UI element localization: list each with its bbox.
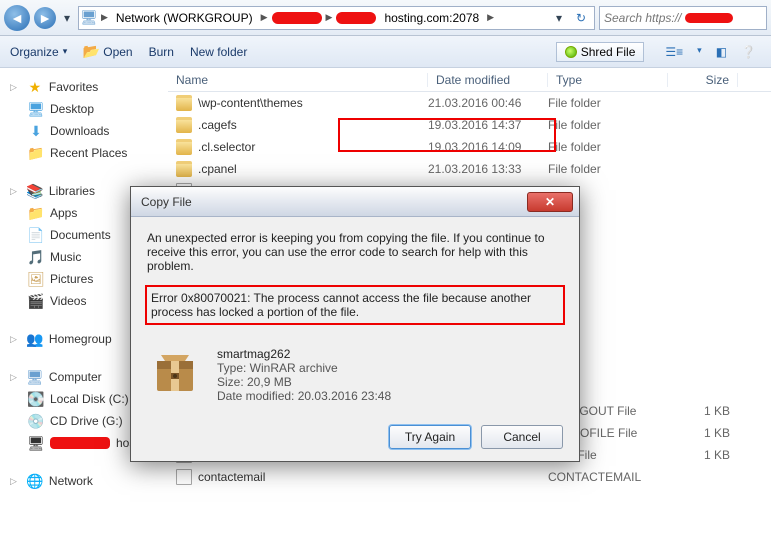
computer-icon: 🖥 [81,10,97,26]
file-name: smartmag262 [217,347,391,361]
table-row[interactable]: contactemail CONTACTEMAIL [168,466,771,488]
shred-file-icon [565,46,577,58]
file-name-cell: .cagefs [198,118,237,132]
search-input[interactable]: Search https:// [599,6,767,30]
archive-icon [147,347,203,403]
folder-icon [176,117,192,133]
documents-icon: 📄 [28,227,44,243]
open-button[interactable]: 📂Open [83,44,132,60]
cd-icon: 💿 [28,413,44,429]
copy-file-dialog: Copy File ✕ An unexpected error is keepi… [130,186,580,462]
sidebar-item-downloads[interactable]: ⬇Downloads [6,120,162,142]
file-date-cell: 21.03.2016 13:33 [428,162,548,176]
organize-button[interactable]: Organize ▾ [10,45,67,59]
table-row[interactable]: .cpanel 21.03.2016 13:33File folder [168,158,771,180]
folder-icon [176,139,192,155]
address-bar: ◄ ► ▾ 🖥 ▶ Network (WORKGROUP) ▶ ▶ hostin… [0,0,771,36]
error-highlight-box: Error 0x80070021: The process cannot acc… [145,285,565,325]
file-size-cell: 1 KB [668,404,738,418]
file-type-cell: File folder [548,96,668,110]
file-date: Date modified: 20.03.2016 23:48 [217,389,391,403]
table-row[interactable]: \wp-content\themes 21.03.2016 00:46File f… [168,92,771,114]
homegroup-icon: 👥 [27,331,43,347]
back-button[interactable]: ◄ [4,5,30,31]
address-dropdown-icon[interactable]: ▾ [552,11,566,25]
file-size: Size: 20,9 MB [217,375,391,389]
videos-icon: 🎬 [28,293,44,309]
recent-places-icon: 📁 [28,145,44,161]
file-name-cell: \wp-content\themes [198,96,303,110]
burn-button[interactable]: Burn [149,45,174,59]
folder-icon [176,161,192,177]
downloads-icon: ⬇ [28,123,44,139]
breadcrumb-network[interactable]: Network (WORKGROUP) [112,11,257,25]
history-dropdown-icon[interactable]: ▾ [60,11,74,25]
dialog-titlebar[interactable]: Copy File ✕ [131,187,579,217]
file-date-cell: 19.03.2016 14:37 [428,118,548,132]
col-size[interactable]: Size [668,73,738,87]
new-folder-button[interactable]: New folder [190,45,247,59]
cancel-button[interactable]: Cancel [481,425,563,449]
computer-icon: 🖥 [27,369,43,385]
network-header[interactable]: ▷🌐Network [6,470,162,492]
file-type-cell: File folder [548,162,668,176]
file-size-cell: 1 KB [668,448,738,462]
file-type-cell: File folder [548,118,668,132]
file-size-cell: 1 KB [668,426,738,440]
star-icon: ★ [27,79,43,95]
disk-icon: 💽 [28,391,44,407]
file-name-cell: .cl.selector [198,140,255,154]
file-type: Type: WinRAR archive [217,361,391,375]
breadcrumb-port[interactable]: hosting.com:2078 [380,11,483,25]
file-date-cell: 19.03.2016 14:09 [428,140,548,154]
dialog-message: An unexpected error is keeping you from … [147,231,563,273]
file-icon [176,469,192,485]
redacted-host-icon [272,12,322,24]
search-placeholder: Search https:// [604,11,681,25]
column-headers: Name Date modified Type Size [168,68,771,92]
col-name[interactable]: Name [168,73,428,87]
redacted-host-icon [50,437,110,449]
shred-file-button[interactable]: Shred File [556,42,645,62]
close-button[interactable]: ✕ [527,192,573,212]
col-date[interactable]: Date modified [428,73,548,87]
file-name-cell: contactemail [198,470,265,484]
try-again-button[interactable]: Try Again [389,425,471,449]
libraries-icon: 📚 [27,183,43,199]
forward-button[interactable]: ► [34,7,56,29]
view-dropdown-icon[interactable]: ▾ [692,42,707,62]
help-button[interactable]: ❔ [736,42,761,62]
network-icon: 🌐 [27,473,43,489]
file-info: smartmag262 Type: WinRAR archive Size: 2… [147,339,563,417]
table-row[interactable]: .cagefs 19.03.2016 14:37File folder [168,114,771,136]
file-type-cell: CONTACTEMAIL [548,470,668,484]
network-drive-icon: 🖥 [28,435,44,451]
file-name-cell: .cpanel [198,162,237,176]
file-date-cell: 21.03.2016 00:46 [428,96,548,110]
preview-pane-button[interactable]: ◧ [711,42,732,62]
redacted-path-icon [336,12,376,24]
redacted-search-icon [685,13,733,23]
table-row[interactable]: .cl.selector 19.03.2016 14:09File folder [168,136,771,158]
pictures-icon: 🖼 [28,271,44,287]
refresh-icon[interactable]: ↻ [570,7,592,29]
file-type-cell: File folder [548,140,668,154]
error-text: Error 0x80070021: The process cannot acc… [151,291,531,319]
music-icon: 🎵 [28,249,44,265]
sidebar-item-desktop[interactable]: 🖥Desktop [6,98,162,120]
apps-icon: 📁 [28,205,44,221]
desktop-icon: 🖥 [28,101,44,117]
address-field[interactable]: 🖥 ▶ Network (WORKGROUP) ▶ ▶ hosting.com:… [78,6,595,30]
dialog-title: Copy File [137,195,527,209]
col-type[interactable]: Type [548,73,668,87]
sidebar-item-recent[interactable]: 📁Recent Places [6,142,162,164]
command-bar: Organize ▾ 📂Open Burn New folder Shred F… [0,36,771,68]
open-icon: 📂 [83,44,99,60]
folder-icon [176,95,192,111]
view-layout-button[interactable]: ☰≡ [660,42,688,62]
favorites-header[interactable]: ▷★Favorites [6,76,162,98]
